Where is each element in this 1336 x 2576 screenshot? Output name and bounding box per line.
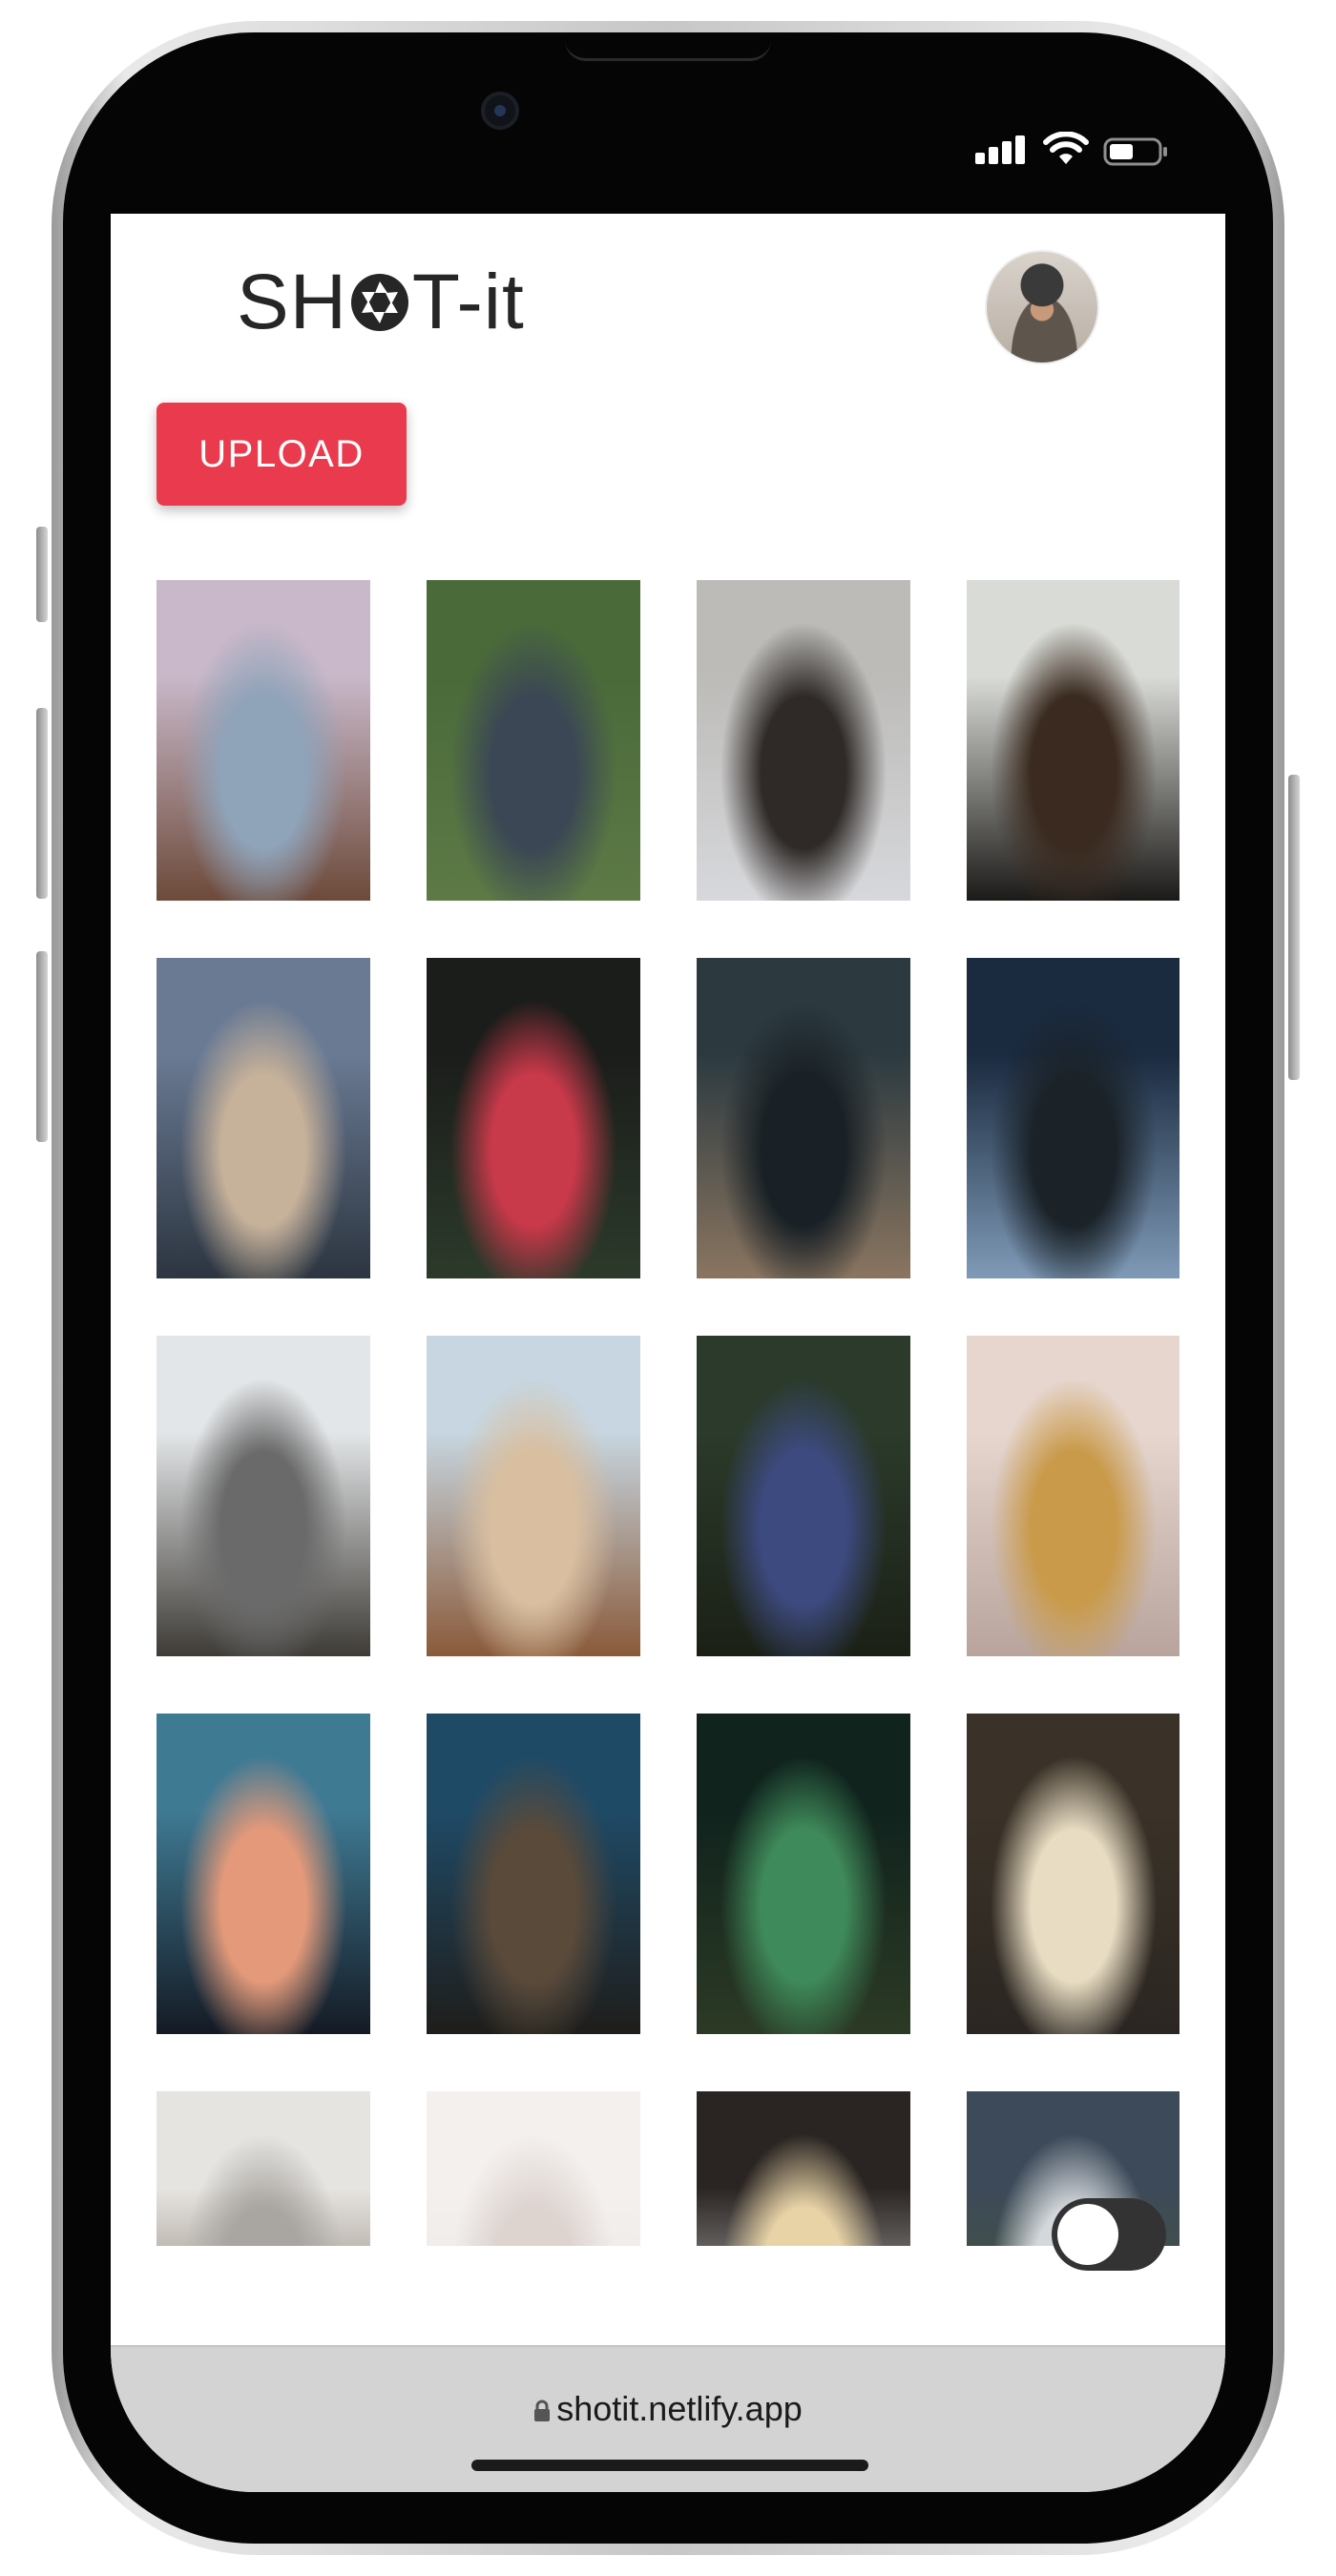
status-bar	[973, 132, 1174, 170]
volume-down-button	[36, 951, 48, 1142]
battery-icon	[1103, 137, 1167, 166]
wifi-icon	[1043, 132, 1089, 164]
gallery-photo[interactable]	[967, 580, 1179, 901]
gallery-photo[interactable]	[157, 2091, 370, 2246]
gallery-photo[interactable]	[427, 1714, 640, 2034]
gallery-photo[interactable]	[697, 1336, 910, 1656]
dark-mode-toggle[interactable]	[1052, 2198, 1166, 2271]
gallery-photo[interactable]	[427, 958, 640, 1278]
gallery-photo[interactable]	[967, 1714, 1179, 2034]
photo-gallery	[157, 580, 1179, 2246]
gallery-photo[interactable]	[967, 958, 1179, 1278]
speaker-notch	[565, 32, 771, 61]
lock-icon	[534, 2399, 551, 2421]
gallery-photo[interactable]	[697, 2091, 910, 2246]
power-button	[1288, 775, 1300, 1080]
logo-text-suffix: T-it	[411, 259, 525, 345]
logo-text-prefix: SH	[237, 259, 347, 345]
camera-shutter-icon	[350, 274, 408, 331]
gallery-photo[interactable]	[157, 580, 370, 901]
gallery-photo[interactable]	[427, 1336, 640, 1656]
gallery-photo[interactable]	[697, 1714, 910, 2034]
app-logo[interactable]: SH T-it	[237, 259, 525, 345]
gallery-photo[interactable]	[157, 1336, 370, 1656]
cellular-signal-icon	[975, 135, 1027, 164]
gallery-photo[interactable]	[697, 958, 910, 1278]
toggle-knob	[1057, 2204, 1118, 2265]
gallery-photo[interactable]	[427, 580, 640, 901]
profile-avatar[interactable]	[985, 250, 1099, 364]
home-indicator	[471, 2460, 868, 2471]
volume-up-button	[36, 708, 48, 899]
mute-switch	[36, 527, 48, 622]
gallery-photo[interactable]	[427, 2091, 640, 2246]
front-camera-icon	[481, 92, 519, 130]
app-screen: SH T-it UPLOAD shotit.netlify.app	[111, 214, 1225, 2492]
url-text: shotit.netlify.app	[556, 2389, 803, 2428]
gallery-photo[interactable]	[697, 580, 910, 901]
gallery-photo[interactable]	[967, 1336, 1179, 1656]
gallery-photo[interactable]	[157, 958, 370, 1278]
gallery-photo[interactable]	[157, 1714, 370, 2034]
url-display: shotit.netlify.app	[111, 2389, 1225, 2429]
upload-button[interactable]: UPLOAD	[157, 403, 407, 506]
